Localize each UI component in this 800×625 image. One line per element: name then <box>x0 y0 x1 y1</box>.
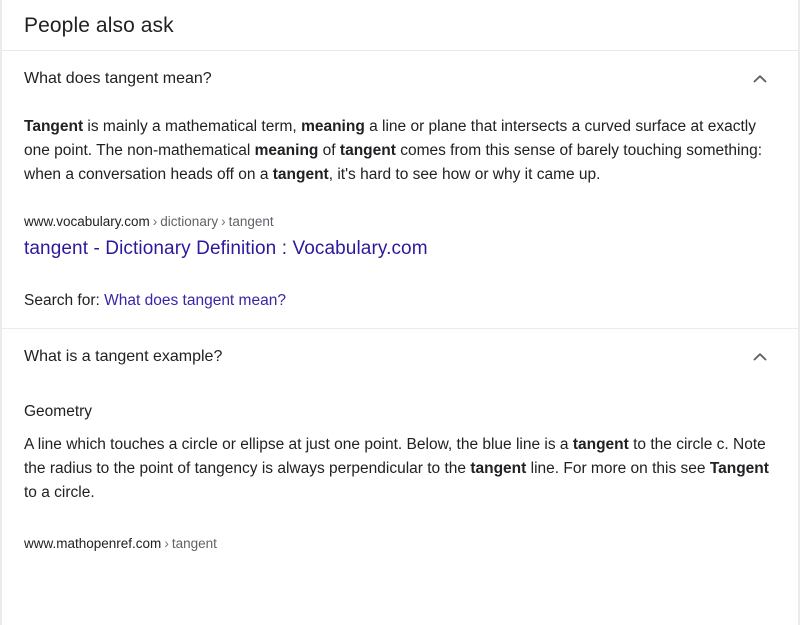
source-crumb-2-0: tangent <box>171 536 217 551</box>
answer-body-2: Geometry A line which touches a circle o… <box>2 384 798 505</box>
people-also-ask-card: People also ask What does tangent mean? … <box>0 0 800 625</box>
answer-paragraph-2: A line which touches a circle or ellipse… <box>24 436 769 501</box>
breadcrumb-separator: › <box>164 536 169 551</box>
breadcrumb-separator: › <box>221 214 226 229</box>
search-for-label: Search for: <box>24 292 100 309</box>
search-for-query-link[interactable]: What does tangent mean? <box>104 292 286 309</box>
answer-body-1: Tangent is mainly a mathematical term, m… <box>2 106 798 187</box>
search-for-block-1: Search for: What does tangent mean? <box>2 262 798 328</box>
page-title: People also ask <box>24 14 174 37</box>
source-crumb-1-1: tangent <box>228 214 274 229</box>
chevron-up-icon[interactable] <box>750 347 770 367</box>
source-url-1: www.vocabulary.com › dictionary › tangent <box>24 213 776 231</box>
question-block-2: What is a tangent example? Geometry A li… <box>2 329 798 553</box>
source-block-1: www.vocabulary.com › dictionary › tangent ta… <box>2 187 798 262</box>
question-label-1: What does tangent mean? <box>24 70 212 87</box>
paa-header: People also ask <box>2 0 798 50</box>
source-crumb-1-0: dictionary <box>160 214 219 229</box>
chevron-up-icon[interactable] <box>750 69 770 89</box>
source-url-2: www.mathopenref.com › tangent <box>24 535 776 553</box>
breadcrumb-separator: › <box>152 214 158 229</box>
source-block-2: www.mathopenref.com › tangent <box>2 505 798 553</box>
source-domain-1: www.vocabulary.com <box>24 214 150 229</box>
answer-paragraph-1: Tangent is mainly a mathematical term, m… <box>24 118 763 183</box>
source-domain-2: www.mathopenref.com <box>24 536 162 551</box>
question-block-1: What does tangent mean? Tangent is mainl… <box>2 51 798 328</box>
answer-subhead-2: Geometry <box>24 403 93 420</box>
question-toggle-2[interactable]: What is a tangent example? <box>2 329 798 384</box>
question-label-2: What is a tangent example? <box>24 348 223 365</box>
question-toggle-1[interactable]: What does tangent mean? <box>2 51 798 106</box>
source-title-link-1[interactable]: tangent - Dictionary Definition : Vocabu… <box>24 231 776 262</box>
